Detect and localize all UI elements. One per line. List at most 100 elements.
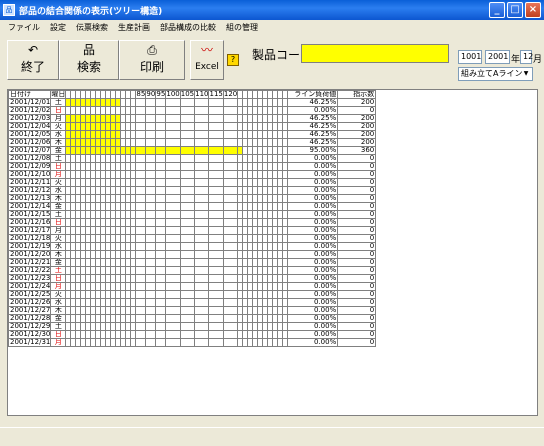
schedule-grid[interactable]: 日付け 曜日 85 90 95 100 105 110 115 120 ライン負荷値 指示数 2001/… [7, 89, 538, 416]
year-input[interactable]: 2001 [485, 50, 510, 64]
load-cell [145, 106, 157, 115]
menu-production-plan[interactable]: 生産計画 [118, 22, 150, 33]
exit-button[interactable]: ↶ 終了 [7, 40, 59, 80]
table-row[interactable]: 2001/12/19 水 0.00% 0 [8, 242, 377, 251]
table-row[interactable]: 2001/12/13 木 0.00% 0 [8, 194, 377, 203]
table-row[interactable]: 2001/12/24 月 0.00% 0 [8, 282, 377, 291]
load-cell [208, 242, 224, 251]
print-label: 印刷 [139, 60, 164, 74]
search-button[interactable]: 品 検索 [59, 40, 119, 80]
table-row[interactable]: 2001/12/20 木 0.00% 0 [8, 250, 377, 259]
load-cell [145, 114, 157, 123]
line-select[interactable]: 組み立てAライン ▼ [458, 67, 533, 81]
menu-slip-search[interactable]: 伝票検索 [76, 22, 108, 33]
load-cell [155, 250, 167, 259]
minimize-button[interactable]: _ [489, 2, 505, 18]
table-row[interactable]: 2001/12/15 土 0.00% 0 [8, 210, 377, 219]
date-cell: 2001/12/16 [8, 218, 52, 227]
table-row[interactable]: 2001/12/08 土 0.00% 0 [8, 154, 377, 163]
load-cell [145, 322, 157, 331]
date-cell: 2001/12/03 [8, 114, 52, 123]
quantity-cell: 200 [337, 98, 377, 107]
load-cell [135, 250, 147, 259]
menu-settings[interactable]: 設定 [50, 22, 66, 33]
load-cell [135, 306, 147, 315]
load-cell [165, 122, 181, 131]
table-row[interactable]: 2001/12/02 日 0.00% 0 [8, 106, 377, 115]
table-row[interactable]: 2001/12/26 水 0.00% 0 [8, 298, 377, 307]
day-cell: 火 [50, 290, 67, 299]
load-cell [179, 242, 196, 251]
load-cell [179, 210, 196, 219]
date-cell: 2001/12/08 [8, 154, 52, 163]
table-row[interactable]: 2001/12/04 火 46.25% 200 [8, 122, 377, 131]
day-cell: 月 [50, 114, 67, 123]
menu-group-management[interactable]: 組の管理 [226, 22, 258, 33]
table-row[interactable]: 2001/12/28 金 0.00% 0 [8, 314, 377, 323]
table-row[interactable]: 2001/12/10 月 0.00% 0 [8, 170, 377, 179]
line-load-cell: 0.00% [287, 154, 339, 163]
load-cell [222, 210, 239, 219]
excel-label: Excel [195, 62, 219, 72]
load-cell [145, 202, 157, 211]
table-row[interactable]: 2001/12/27 木 0.00% 0 [8, 306, 377, 315]
table-row[interactable]: 2001/12/31 月 0.00% 0 [8, 338, 377, 347]
date-cell: 2001/12/30 [8, 330, 52, 339]
date-cell: 2001/12/12 [8, 186, 52, 195]
table-row[interactable]: 2001/12/09 日 0.00% 0 [8, 162, 377, 171]
load-cell [135, 154, 147, 163]
code-input[interactable]: 1001 [458, 50, 482, 64]
excel-button[interactable]: 〰 Excel [190, 40, 224, 80]
load-cell [135, 138, 147, 147]
table-row[interactable]: 2001/12/14 金 0.00% 0 [8, 202, 377, 211]
table-row[interactable]: 2001/12/21 金 0.00% 0 [8, 258, 377, 267]
load-cell [179, 226, 196, 235]
table-row[interactable]: 2001/12/22 土 0.00% 0 [8, 266, 377, 275]
table-row[interactable]: 2001/12/03 月 46.25% 200 [8, 114, 377, 123]
maximize-button[interactable]: □ [507, 2, 523, 18]
day-cell: 火 [50, 122, 67, 131]
product-code-input[interactable] [301, 44, 449, 63]
table-row[interactable]: 2001/12/25 火 0.00% 0 [8, 290, 377, 299]
table-row[interactable]: 2001/12/18 火 0.00% 0 [8, 234, 377, 243]
table-row[interactable]: 2001/12/23 日 0.00% 0 [8, 274, 377, 283]
line-load-cell: 0.00% [287, 234, 339, 243]
load-cell [135, 210, 147, 219]
print-button[interactable]: ⎙ 印刷 [119, 40, 185, 80]
table-row[interactable]: 2001/12/17 月 0.00% 0 [8, 226, 377, 235]
toolbar: ↶ 終了 品 検索 ⎙ 印刷 〰 Excel ? 製品コード 1001 2001… [0, 36, 544, 86]
menu-file[interactable]: ファイル [8, 22, 40, 33]
header-spacer [376, 91, 377, 99]
line-load-cell: 46.25% [287, 98, 339, 107]
load-cell [208, 210, 224, 219]
table-row[interactable]: 2001/12/12 水 0.00% 0 [8, 186, 377, 195]
load-cell [135, 218, 147, 227]
day-cell: 水 [50, 242, 67, 251]
help-icon[interactable]: ? [227, 54, 239, 66]
table-row[interactable]: 2001/12/16 日 0.00% 0 [8, 218, 377, 227]
load-cell [208, 98, 224, 107]
close-button[interactable]: × [525, 2, 541, 18]
table-row[interactable]: 2001/12/29 土 0.00% 0 [8, 322, 377, 331]
header-scale-110: 110 [194, 90, 210, 99]
chart-icon: 〰 [200, 43, 213, 57]
load-cell [194, 218, 210, 227]
quantity-cell: 0 [337, 306, 377, 315]
load-cell [208, 314, 224, 323]
menu-compare-structure[interactable]: 部品構成の比較 [160, 22, 216, 33]
load-cell [165, 338, 181, 347]
search-label: 検索 [76, 60, 101, 74]
table-row[interactable]: 2001/12/11 火 0.00% 0 [8, 178, 377, 187]
table-row[interactable]: 2001/12/05 水 46.25% 200 [8, 130, 377, 139]
table-row[interactable]: 2001/12/30 日 0.00% 0 [8, 330, 377, 339]
load-cell [145, 266, 157, 275]
line-load-cell: 0.00% [287, 202, 339, 211]
load-cell [194, 250, 210, 259]
month-input[interactable]: 12 [520, 50, 533, 64]
app-icon[interactable]: 品 [3, 4, 15, 16]
quantity-cell: 200 [337, 122, 377, 131]
load-cell [179, 122, 196, 131]
table-row[interactable]: 2001/12/01 土 46.25% 200 [8, 98, 377, 107]
table-row[interactable]: 2001/12/06 木 46.25% 200 [8, 138, 377, 147]
table-row[interactable]: 2001/12/07 金 95.00% 360 [8, 146, 377, 155]
